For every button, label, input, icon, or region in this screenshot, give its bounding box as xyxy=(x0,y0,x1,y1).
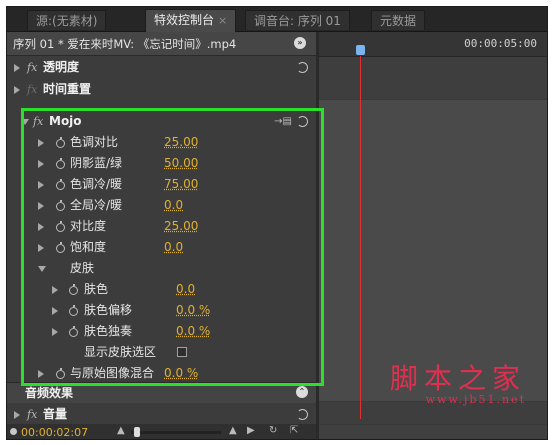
zoom-slider[interactable] xyxy=(131,431,221,434)
highlight-box xyxy=(21,108,324,386)
tab-metadata[interactable]: 元数据 xyxy=(371,10,426,30)
effect-label: 时间重置 xyxy=(43,82,92,96)
watermark-text: 脚本之家 xyxy=(389,362,526,395)
playhead-line xyxy=(360,56,361,419)
close-icon[interactable]: × xyxy=(218,14,227,27)
expand-arrow-icon[interactable] xyxy=(14,411,20,419)
effect-row-volume[interactable]: fx 音量 xyxy=(7,404,316,425)
ruler-time-label: 00:00:05:00 xyxy=(464,37,537,50)
effect-label: 音量 xyxy=(43,407,68,421)
watermark: 脚本之家 www.jb51.net xyxy=(389,357,526,406)
fx-icon[interactable]: fx xyxy=(27,404,37,425)
tab-label: 调音台: 序列 01 xyxy=(254,14,341,28)
current-timecode[interactable]: 00:00:02:07 xyxy=(21,424,88,439)
watermark-url: www.jb51.net xyxy=(425,393,526,406)
panel-menu-icon[interactable]: » xyxy=(294,37,306,49)
bottom-bar: 00:00:02:07 ▲ ▲ ▶ ↻ ⇱ xyxy=(7,424,316,439)
tab-bar: 源:(无素材) 特效控制台 × 调音台: 序列 01 元数据 xyxy=(7,7,547,32)
playhead-icon[interactable] xyxy=(356,45,365,55)
play-audio-icon[interactable]: ▶ xyxy=(247,425,255,436)
tab-audio-mixer[interactable]: 调音台: 序列 01 xyxy=(245,10,350,30)
reset-icon[interactable] xyxy=(297,62,308,73)
tab-effect-controls[interactable]: 特效控制台 × xyxy=(145,9,237,32)
expand-arrow-icon[interactable] xyxy=(14,64,20,72)
loop-icon[interactable]: ↻ xyxy=(269,425,277,436)
effect-row-time-remap[interactable]: fx 时间重置 xyxy=(7,79,316,100)
effect-label: 透明度 xyxy=(43,60,80,74)
playhead-dot-icon xyxy=(10,428,17,435)
section-label: 音频效果 xyxy=(25,386,74,400)
reset-icon[interactable] xyxy=(297,409,308,420)
zoom-in-icon[interactable]: ▲ xyxy=(229,425,237,436)
sequence-title: 序列 01 * 爱在来时MV: 《忘记时间》.mp4 xyxy=(13,37,237,51)
sequence-header: 序列 01 * 爱在来时MV: 《忘记时间》.mp4 » xyxy=(7,32,316,56)
fx-icon: fx xyxy=(27,83,38,96)
zoom-out-icon[interactable]: ▲ xyxy=(117,425,125,436)
effect-row-opacity[interactable]: fx 透明度 xyxy=(7,57,316,78)
tab-label: 特效控制台 xyxy=(154,13,215,27)
tab-label: 元数据 xyxy=(380,14,417,28)
timeline-track xyxy=(319,57,547,100)
collapse-section-icon[interactable]: ⌃ xyxy=(296,386,308,398)
export-icon[interactable]: ⇱ xyxy=(290,425,298,436)
tab-label: 源:(无素材) xyxy=(36,14,98,28)
zoom-slider-handle[interactable] xyxy=(134,427,140,437)
tab-source[interactable]: 源:(无素材) xyxy=(27,10,107,30)
fx-icon[interactable]: fx xyxy=(27,57,37,78)
expand-arrow-icon[interactable] xyxy=(14,86,20,94)
time-ruler[interactable]: 00:00:05:00 xyxy=(319,32,547,57)
